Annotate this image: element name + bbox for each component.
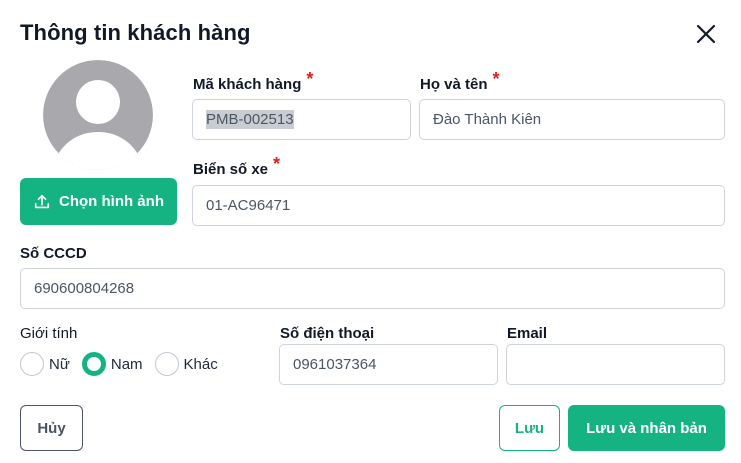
email-label: Email [507,325,548,342]
gender-label: Giới tính [20,325,78,342]
customer-code-field[interactable]: PMB-002513 [192,99,411,140]
required-mark: * [273,154,281,174]
required-mark: * [306,69,314,89]
plate-label: Biển số xe * [193,154,281,178]
radio-unchecked-icon[interactable] [154,352,179,376]
dialog-title: Thông tin khách hàng [20,20,251,45]
upload-icon [34,194,50,208]
radio-checked-icon[interactable] [81,352,106,376]
cancel-button[interactable]: Hủy [20,405,83,451]
customer-code-label: Mã khách hàng * [193,69,314,93]
full-name-field[interactable]: Đào Thành Kiên [419,99,725,140]
email-field[interactable] [506,344,725,385]
id-card-label: Số CCCD [20,245,87,262]
avatar-placeholder-icon [43,60,153,170]
close-button[interactable] [694,22,718,46]
avatar [43,60,153,170]
choose-image-label: Chọn hình ảnh [59,193,164,210]
close-icon [696,24,716,44]
gender-radio-group: Nữ Nam Khác [20,352,230,376]
phone-field[interactable]: 0961037364 [279,344,498,385]
gender-option-other[interactable]: Khác [154,352,218,376]
radio-unchecked-icon[interactable] [20,352,44,376]
save-and-duplicate-button[interactable]: Lưu và nhân bản [568,405,725,451]
required-mark: * [492,69,500,89]
gender-option-male[interactable]: Nam [81,352,143,376]
plate-field[interactable]: 01-AC96471 [192,185,725,226]
save-button[interactable]: Lưu [499,405,560,451]
choose-image-button[interactable]: Chọn hình ảnh [20,178,177,225]
id-card-field[interactable]: 690600804268 [20,268,725,309]
customer-info-dialog: Thông tin khách hàng Chọn hình ảnh Mã kh… [0,0,741,463]
gender-option-female[interactable]: Nữ [20,352,70,376]
full-name-label: Họ và tên * [420,69,500,93]
phone-label: Số điện thoại [280,325,375,342]
